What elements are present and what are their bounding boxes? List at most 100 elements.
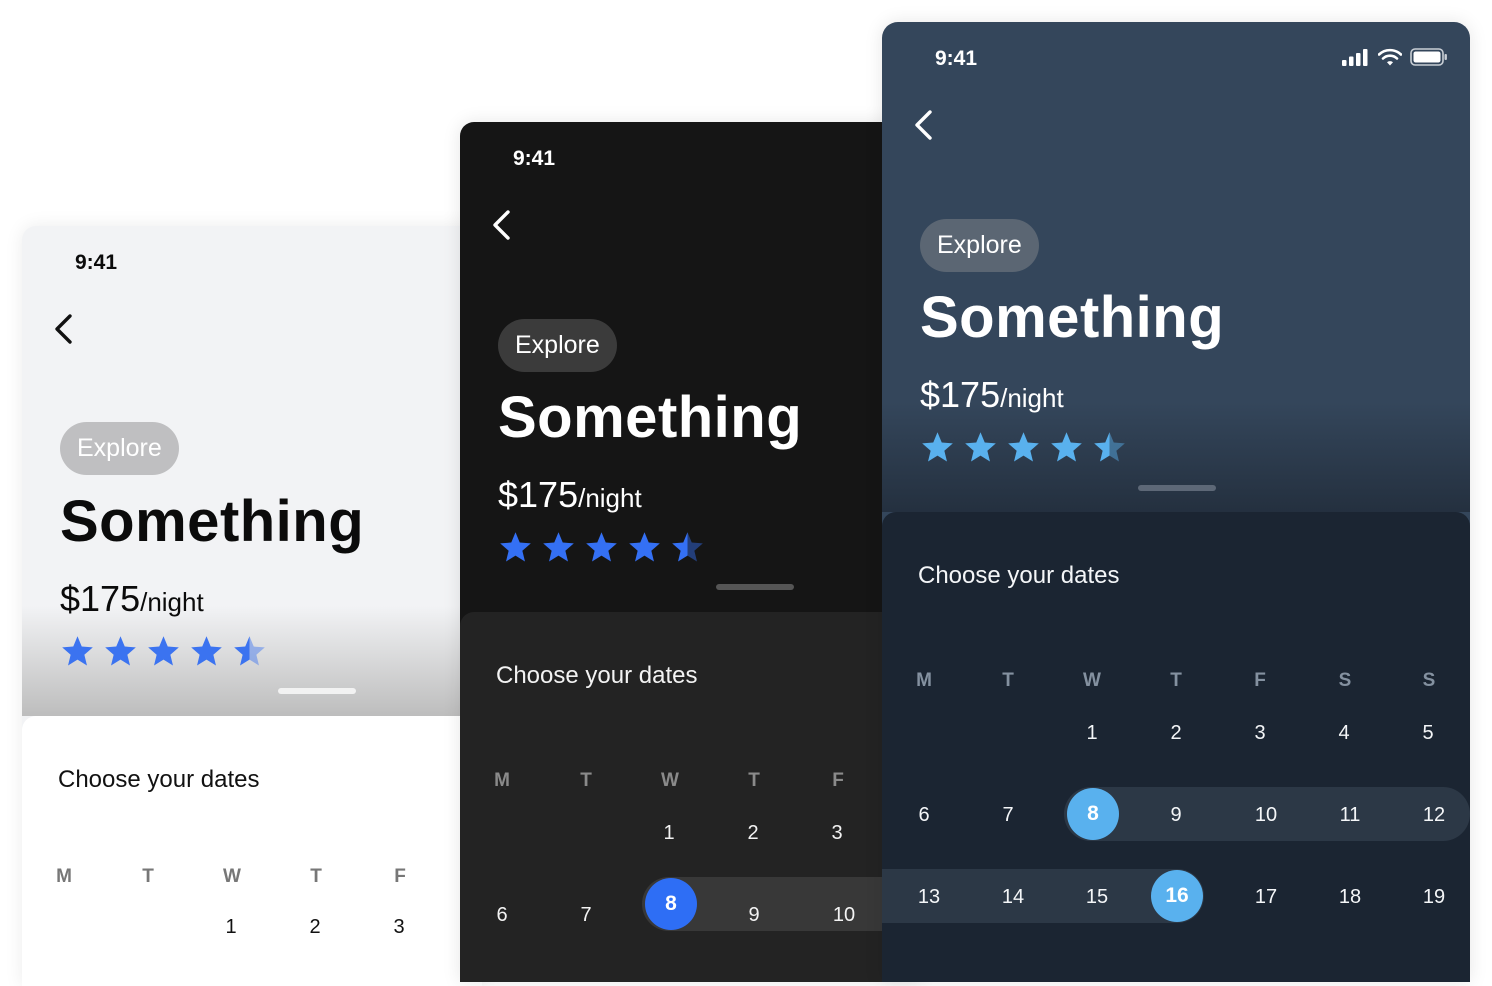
rating-stars xyxy=(920,430,1127,465)
back-button[interactable] xyxy=(908,108,942,142)
calendar-day[interactable]: 6 xyxy=(477,904,527,927)
listing-title: Something xyxy=(60,489,365,554)
sheet-title: Choose your dates xyxy=(58,766,260,793)
status-time: 9:41 xyxy=(75,251,118,274)
explore-chip[interactable]: Explore xyxy=(920,219,1039,272)
calendar-day[interactable]: 2 xyxy=(1151,722,1201,745)
weekday-label: T xyxy=(1002,670,1014,691)
star-full-icon xyxy=(922,432,953,462)
star-half-icon xyxy=(1094,432,1125,462)
calendar-day[interactable]: 1 xyxy=(1067,722,1117,745)
price-amount: $175 xyxy=(498,474,579,515)
calendar-day[interactable]: 7 xyxy=(561,904,611,927)
star-full-icon xyxy=(1051,432,1082,462)
calendar-day[interactable]: 15 xyxy=(1072,886,1122,909)
listing-title: Something xyxy=(498,385,803,450)
calendar-day[interactable]: 4 xyxy=(1319,722,1369,745)
calendar-day[interactable]: 17 xyxy=(1241,886,1291,909)
back-button[interactable] xyxy=(48,312,82,346)
weekday-label: F xyxy=(394,866,406,887)
calendar-day[interactable]: 7 xyxy=(983,804,1033,827)
star-half-icon xyxy=(234,636,265,666)
weekday-label: W xyxy=(223,866,241,887)
weekday-label: M xyxy=(916,670,932,691)
rating-stars xyxy=(498,530,705,565)
status-time: 9:41 xyxy=(935,47,978,70)
selected-day[interactable]: 8 xyxy=(645,878,697,930)
calendar-day[interactable]: 18 xyxy=(1325,886,1375,909)
calendar-day[interactable]: 3 xyxy=(812,822,862,845)
weekday-label: W xyxy=(1083,670,1101,691)
signal-icon xyxy=(1342,49,1368,66)
battery-icon xyxy=(1410,48,1447,66)
range-end-day[interactable]: 16 xyxy=(1151,870,1203,922)
calendar-day[interactable]: 14 xyxy=(988,886,1038,909)
star-full-icon xyxy=(629,532,660,562)
star-full-icon xyxy=(543,532,574,562)
calendar-day[interactable]: 12 xyxy=(1409,804,1459,827)
date-picker-sheet: Choose your dates M T W T F 1 2 3 xyxy=(22,716,482,986)
calendar-day[interactable]: 2 xyxy=(290,916,340,939)
price-amount: $175 xyxy=(60,578,141,619)
calendar-day[interactable]: 19 xyxy=(1409,886,1459,909)
calendar-day[interactable]: 2 xyxy=(728,822,778,845)
calendar-day[interactable]: 1 xyxy=(206,916,256,939)
star-full-icon xyxy=(1008,432,1039,462)
price-unit: /night xyxy=(1000,383,1064,413)
weekday-label: M xyxy=(494,770,510,791)
date-picker-sheet: Choose your dates M T W T F 1 2 3 6 7 8 … xyxy=(460,612,920,982)
star-full-icon xyxy=(586,532,617,562)
sheet-handle[interactable] xyxy=(1138,485,1216,491)
status-time: 9:41 xyxy=(513,147,556,170)
wifi-icon xyxy=(1378,48,1402,66)
calendar-day[interactable]: 1 xyxy=(644,822,694,845)
sheet-handle[interactable] xyxy=(278,688,356,694)
calendar-day[interactable]: 10 xyxy=(819,904,869,927)
weekday-label: F xyxy=(832,770,844,791)
light-theme-screen: 9:41 Explore Something $175/night Choose… xyxy=(22,226,482,986)
rating-stars xyxy=(60,634,267,669)
weekday-label: M xyxy=(56,866,72,887)
range-start-day[interactable]: 8 xyxy=(1067,788,1119,840)
calendar-day[interactable]: 11 xyxy=(1325,804,1375,827)
listing-price: $175/night xyxy=(920,374,1064,416)
listing-title: Something xyxy=(920,285,1225,350)
star-full-icon xyxy=(62,636,93,666)
weekday-label: T xyxy=(580,770,592,791)
calendar-day[interactable]: 9 xyxy=(1151,804,1201,827)
chevron-left-icon xyxy=(915,110,932,140)
date-picker-sheet: Choose your dates M T W T F S S 1 2 3 4 … xyxy=(882,512,1470,982)
sheet-handle[interactable] xyxy=(716,584,794,590)
chevron-left-icon xyxy=(55,314,72,344)
status-icons xyxy=(1342,48,1448,66)
star-full-icon xyxy=(965,432,996,462)
price-unit: /night xyxy=(140,587,204,617)
weekday-label: T xyxy=(142,866,154,887)
sheet-title: Choose your dates xyxy=(918,562,1120,589)
calendar-day[interactable]: 10 xyxy=(1241,804,1291,827)
calendar-day[interactable]: 13 xyxy=(904,886,954,909)
sheet-title: Choose your dates xyxy=(496,662,698,689)
star-full-icon xyxy=(500,532,531,562)
back-button[interactable] xyxy=(486,208,520,242)
price-unit: /night xyxy=(578,483,642,513)
star-full-icon xyxy=(148,636,179,666)
explore-chip[interactable]: Explore xyxy=(60,422,179,475)
weekday-label: T xyxy=(310,866,322,887)
dark-theme-screen: 9:41 Explore Something $175/night Choose… xyxy=(460,122,920,982)
calendar-day[interactable]: 3 xyxy=(374,916,424,939)
weekday-label: F xyxy=(1254,670,1266,691)
calendar-day[interactable]: 6 xyxy=(899,804,949,827)
calendar-day[interactable]: 9 xyxy=(729,904,779,927)
listing-price: $175/night xyxy=(498,474,642,516)
star-full-icon xyxy=(105,636,136,666)
weekday-label: W xyxy=(661,770,679,791)
weekday-label: S xyxy=(1338,670,1352,691)
chevron-left-icon xyxy=(493,210,510,240)
calendar-day[interactable]: 5 xyxy=(1403,722,1453,745)
price-amount: $175 xyxy=(920,374,1001,415)
weekday-label: T xyxy=(748,770,760,791)
listing-price: $175/night xyxy=(60,578,204,620)
explore-chip[interactable]: Explore xyxy=(498,319,617,372)
calendar-day[interactable]: 3 xyxy=(1235,722,1285,745)
